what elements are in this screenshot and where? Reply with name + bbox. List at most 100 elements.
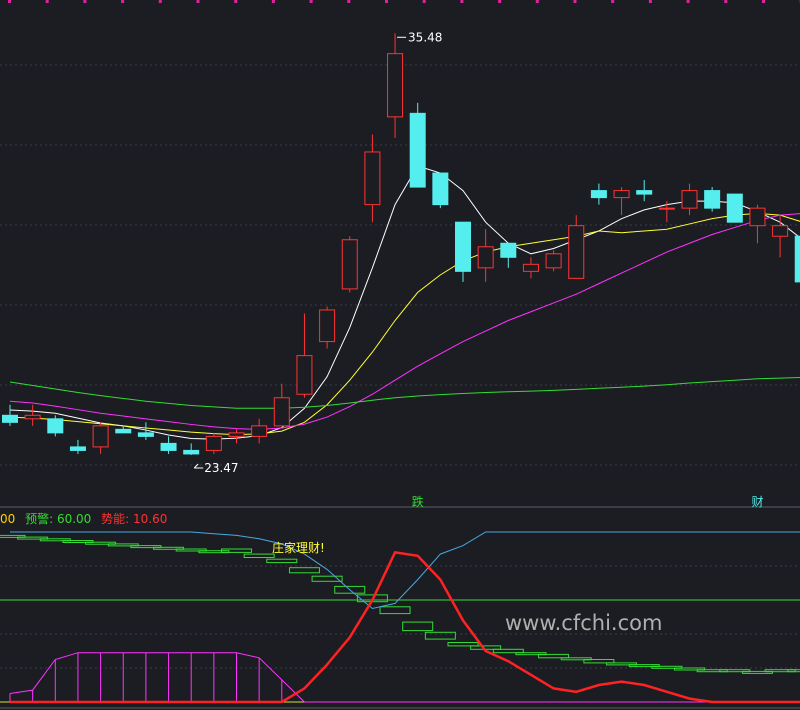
high-price-label: 35.48 (408, 30, 442, 44)
green-box (402, 621, 434, 632)
top-marker-dot (611, 0, 615, 3)
candle (794, 235, 800, 283)
candle-body (590, 190, 607, 199)
top-marker-dot (535, 0, 539, 3)
legend-warning: 预警: 60.00 (25, 512, 92, 526)
candle (455, 221, 471, 282)
candle (47, 415, 64, 437)
candle (2, 404, 18, 426)
candle-body (2, 414, 18, 423)
candle-body (477, 246, 494, 269)
candle-body (205, 435, 222, 451)
low-price-label: 23.47 (204, 461, 238, 475)
candlestick-chart: 35.48 23.47 跌 财庄家理财! (0, 0, 800, 709)
candle-body (613, 190, 630, 199)
green-box (424, 631, 456, 640)
green-box (447, 642, 479, 647)
candle-body (69, 446, 86, 451)
indicator-legend: 00 预警: 60.00 势能: 10.60 (0, 510, 173, 527)
candle-body (658, 207, 675, 210)
price-gridlines (0, 64, 800, 466)
candle (251, 418, 268, 444)
candle-body (160, 442, 177, 451)
green-box (492, 648, 524, 654)
top-marker-dot (271, 0, 275, 3)
top-marker-dot (422, 0, 426, 3)
candle (636, 180, 653, 202)
candle (228, 429, 245, 444)
green-box (288, 567, 320, 574)
candle (545, 250, 562, 272)
watermark: www.cfchi.com (505, 611, 663, 635)
fall-marker: 跌 (412, 494, 424, 509)
top-marker-dot (762, 0, 765, 3)
candle-body (24, 414, 41, 420)
green-box (470, 645, 502, 650)
candle-body (726, 193, 743, 223)
top-marker-dot (158, 0, 162, 3)
candle-body (636, 190, 653, 195)
top-marker-dot (196, 0, 200, 3)
green-box (379, 606, 411, 615)
candle (772, 215, 789, 258)
green-box (266, 558, 298, 564)
top-marker-dot (309, 0, 313, 3)
candle-body (568, 225, 585, 279)
candle (590, 183, 607, 205)
candle-body (704, 190, 721, 209)
candle-body (364, 151, 381, 206)
candle-body (341, 239, 358, 290)
top-marker-row (8, 0, 800, 3)
candle-body (319, 309, 336, 343)
top-marker-dot (498, 0, 502, 3)
candle (183, 443, 200, 455)
candle (296, 313, 313, 398)
candle-body (522, 263, 539, 272)
candle-body (794, 235, 800, 283)
candle (477, 229, 494, 282)
candle-body (251, 425, 268, 437)
candle-body (772, 225, 789, 237)
candle (432, 172, 449, 209)
candle (205, 432, 222, 454)
wealth-marker: 财 (751, 495, 763, 509)
green-box (243, 553, 275, 558)
candle-body (47, 418, 64, 434)
chart-stage: 35.48 23.47 跌 财庄家理财! 00 预警: 60.00 势能: 10.60… (0, 0, 800, 710)
candle (341, 236, 358, 293)
candle (704, 187, 721, 212)
candle (319, 306, 336, 349)
top-marker-dot (648, 0, 652, 3)
candle-body (455, 221, 471, 272)
banker-wealth-tag: 庄家理财! (272, 540, 325, 555)
candle-body (296, 355, 313, 395)
top-marker-dot (45, 0, 49, 3)
legend-momentum: 势能: 10.60 (101, 512, 168, 526)
candle (409, 102, 426, 188)
top-marker-dot (83, 0, 87, 3)
magenta-histogram (9, 652, 800, 703)
candles (2, 33, 800, 455)
candle (522, 257, 539, 279)
candle (500, 242, 517, 268)
top-marker-dot (8, 0, 11, 3)
candle-body (228, 432, 245, 437)
candle (749, 204, 766, 244)
candle-body (500, 242, 517, 258)
top-marker-dot (460, 0, 464, 3)
candle (681, 183, 698, 216)
top-marker-dot (385, 0, 388, 3)
candle-body (749, 207, 766, 227)
top-marker-dot (573, 0, 577, 3)
momentum-line (10, 551, 800, 704)
candle (24, 404, 41, 426)
candle (726, 193, 743, 223)
candle-body (409, 112, 426, 188)
candle (273, 383, 290, 427)
top-marker-dot (724, 0, 728, 3)
candle (69, 439, 86, 454)
legend-prefix: 00 (0, 512, 16, 526)
candle (364, 134, 381, 223)
candle-body (273, 397, 290, 427)
candle (160, 436, 177, 454)
